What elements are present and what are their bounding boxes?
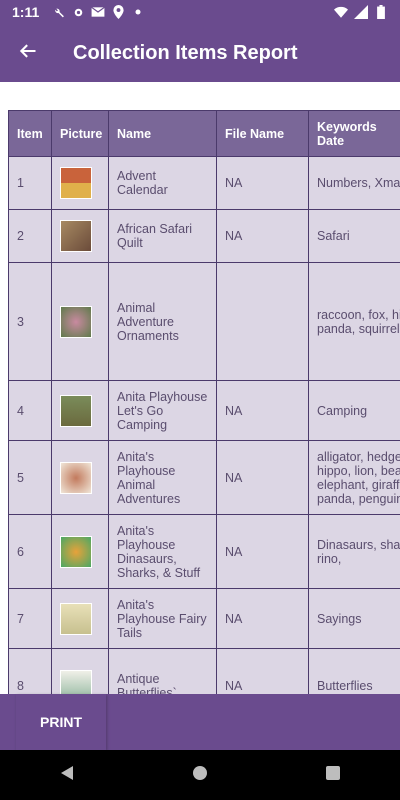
cell-file-name: NA	[216, 380, 309, 441]
status-bar: 1:11	[0, 0, 400, 24]
back-triangle-icon	[59, 765, 75, 786]
table-header-row: Item Picture Name File Name Keywords Dat…	[8, 110, 400, 157]
cell-picture	[51, 588, 109, 649]
table-row[interactable]: 2 African Safari Quilt NA Safari	[8, 209, 400, 263]
cell-name: Antique Butterflies`	[108, 648, 217, 694]
cell-item: 7	[8, 588, 52, 649]
header-file-name: File Name	[216, 110, 309, 157]
signal-icon	[354, 5, 368, 19]
thumbnail-image	[60, 220, 92, 252]
table-row[interactable]: 6 Anita's Playhouse Dinasaurs, Sharks, &…	[8, 514, 400, 589]
bottom-action-bar: PRINT	[0, 694, 400, 750]
table-row[interactable]: 1 Advent Calendar NA Numbers, Xmas	[8, 156, 400, 210]
cell-name: Advent Calendar	[108, 156, 217, 210]
page-title: Collection Items Report	[73, 41, 298, 64]
wrench-icon	[51, 5, 65, 19]
cell-keywords: Safari	[308, 209, 400, 263]
nav-home-button[interactable]	[175, 750, 225, 800]
table-row[interactable]: 4 Anita Playhouse Let's Go Camping NA Ca…	[8, 380, 400, 441]
status-time: 1:11	[12, 4, 40, 20]
header-date: Date	[317, 133, 345, 148]
thumbnail-image	[60, 602, 92, 635]
cell-picture	[51, 440, 109, 515]
cell-item: 8	[8, 648, 52, 694]
cell-file-name: NA	[216, 588, 309, 649]
header-name: Name	[108, 110, 217, 157]
back-button[interactable]	[0, 24, 56, 82]
cell-keywords: Numbers, Xmas	[308, 156, 400, 210]
cell-picture	[51, 380, 109, 441]
cell-name: Anita's Playhouse Dinasaurs, Sharks, & S…	[108, 514, 217, 589]
cell-picture	[51, 514, 109, 589]
table-row[interactable]: 7 Anita's Playhouse Fairy Tails NA Sayin…	[8, 588, 400, 649]
nav-recents-button[interactable]	[308, 750, 358, 800]
cell-picture	[51, 156, 109, 210]
cell-item: 2	[8, 209, 52, 263]
cell-keywords: raccoon, fox, hippo, panda, squirrel	[308, 262, 400, 381]
report-table-container[interactable]: Item Picture Name File Name Keywords Dat…	[8, 110, 400, 694]
header-keywords: Keywords	[317, 119, 377, 134]
recents-square-icon	[326, 765, 341, 785]
cell-file-name: NA	[216, 648, 309, 694]
dot-icon	[131, 5, 145, 19]
table-row[interactable]: 3 Animal Adventure Ornaments raccoon, fo…	[8, 262, 400, 381]
thumbnail-image	[60, 461, 92, 494]
gear-icon	[71, 5, 85, 19]
cell-name: Animal Adventure Ornaments	[108, 262, 217, 381]
print-button[interactable]: PRINT	[16, 694, 106, 750]
home-circle-icon	[192, 765, 208, 786]
header-picture: Picture	[51, 110, 109, 157]
thumbnail-image	[60, 394, 92, 427]
table-row[interactable]: 5 Anita's Playhouse Animal Adventures NA…	[8, 440, 400, 515]
cell-item: 5	[8, 440, 52, 515]
wifi-icon	[334, 5, 348, 19]
cell-file-name: NA	[216, 514, 309, 589]
arrow-back-icon	[18, 41, 38, 66]
cell-name: Anita Playhouse Let's Go Camping	[108, 380, 217, 441]
cell-file-name: NA	[216, 440, 309, 515]
system-nav-bar	[0, 750, 400, 800]
cell-name: Anita's Playhouse Animal Adventures	[108, 440, 217, 515]
cell-name: Anita's Playhouse Fairy Tails	[108, 588, 217, 649]
cell-picture	[51, 262, 109, 381]
table-row[interactable]: 8 Antique Butterflies` NA Butterflies	[8, 648, 400, 694]
thumbnail-image	[60, 669, 92, 694]
cell-keywords: Camping	[308, 380, 400, 441]
cell-name: African Safari Quilt	[108, 209, 217, 263]
battery-icon	[374, 5, 388, 19]
cell-item: 3	[8, 262, 52, 381]
thumbnail-image	[60, 535, 92, 568]
cell-picture	[51, 648, 109, 694]
cell-item: 1	[8, 156, 52, 210]
cell-keywords: Dinasaurs, sharks, rino,	[308, 514, 400, 589]
header-keywords-date: Keywords Date	[308, 110, 400, 157]
cell-keywords: Butterflies	[308, 648, 400, 694]
report-table: Item Picture Name File Name Keywords Dat…	[8, 110, 400, 694]
thumbnail-image	[60, 167, 92, 199]
mail-icon	[91, 5, 106, 19]
cell-file-name: NA	[216, 156, 309, 210]
location-icon	[111, 5, 125, 19]
cell-keywords: Sayings	[308, 588, 400, 649]
cell-file-name	[216, 262, 309, 381]
app-bar: Collection Items Report	[0, 24, 400, 82]
cell-picture	[51, 209, 109, 263]
thumbnail-image	[60, 305, 92, 338]
cell-item: 4	[8, 380, 52, 441]
cell-keywords: alligator, hedgehog, hippo, lion, bear, …	[308, 440, 400, 515]
nav-back-button[interactable]	[42, 750, 92, 800]
cell-file-name: NA	[216, 209, 309, 263]
cell-item: 6	[8, 514, 52, 589]
header-item: Item	[8, 110, 52, 157]
